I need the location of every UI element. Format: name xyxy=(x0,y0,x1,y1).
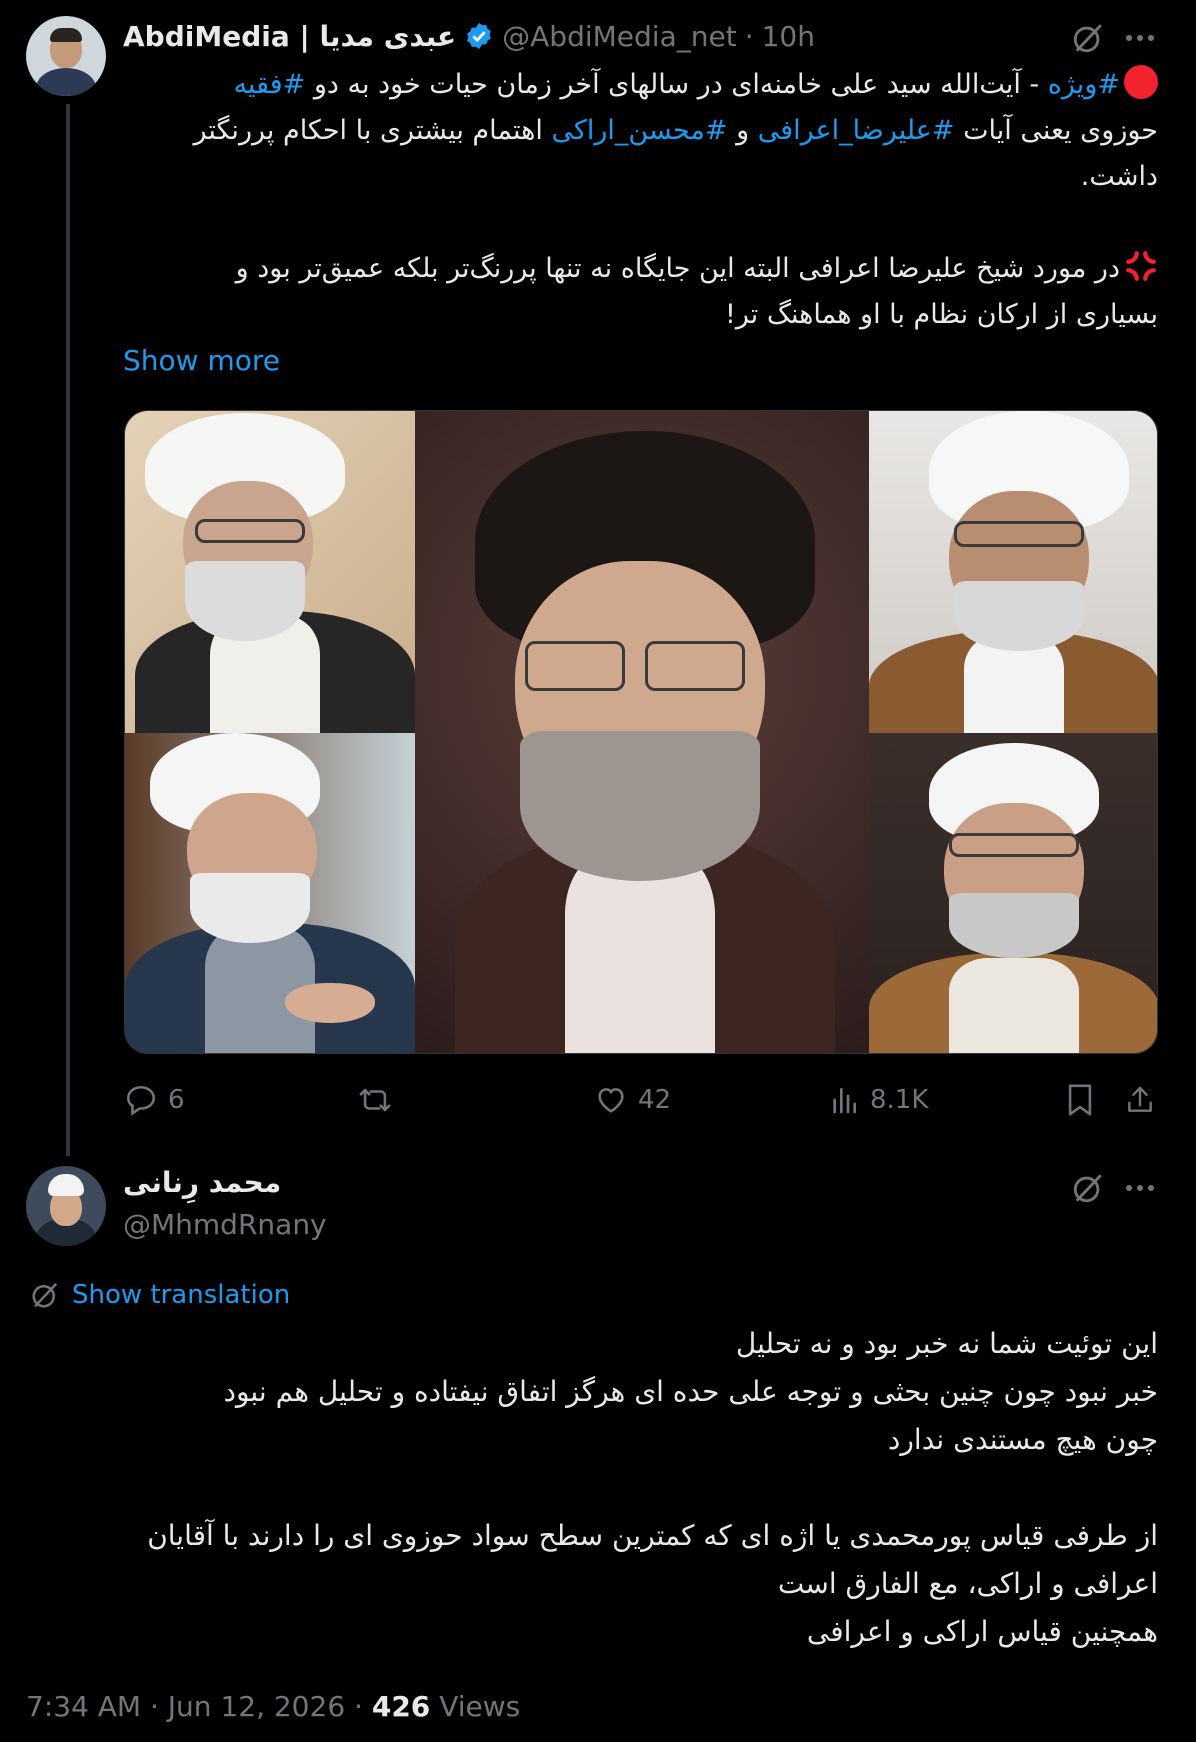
photo-cleric-bottom-right xyxy=(869,733,1157,1053)
like-action[interactable]: 42 xyxy=(594,1078,671,1122)
bookmark-icon[interactable] xyxy=(1060,1080,1100,1120)
photo-cleric-top-left xyxy=(125,411,415,733)
author-name[interactable]: AbdiMedia | عبدی مدیا xyxy=(123,20,456,53)
grok-icon[interactable] xyxy=(1068,1168,1108,1208)
reply-timestamp[interactable]: 7:34 AM · Jun 12, 2026 · 426 Views xyxy=(26,1690,520,1723)
meta-separator: · xyxy=(744,19,754,53)
photo-cleric-top-right xyxy=(869,411,1157,733)
bar-chart-icon xyxy=(833,1088,856,1114)
thread-connector-line xyxy=(66,104,70,1156)
tweet-time[interactable]: 10h xyxy=(762,20,815,53)
tweet-body: #ویژه - آیت‌الله سید علی خامنه‌ای در سال… xyxy=(118,62,1158,338)
show-translation-label: Show translation xyxy=(72,1280,291,1310)
reply-line-1: این توئیت شما نه خبر بود و نه تحلیل xyxy=(735,1327,1158,1360)
more-icon[interactable] xyxy=(1120,18,1160,58)
views-number: 426 xyxy=(371,1690,431,1723)
hashtag-link[interactable]: #علیرضا_اعرافی xyxy=(758,115,955,146)
reply-author-handle[interactable]: @MhmdRnany xyxy=(123,1208,327,1241)
like-count: 42 xyxy=(638,1085,672,1115)
views-action[interactable]: 8.1K xyxy=(828,1078,928,1122)
author-handle[interactable]: @AbdiMedia_net xyxy=(502,20,737,53)
more-icon[interactable] xyxy=(1120,1168,1160,1208)
verified-badge-icon xyxy=(467,22,492,50)
photo-cleric-bottom-left xyxy=(125,733,415,1053)
timestamp-text: 7:34 AM · Jun 12, 2026 · xyxy=(26,1690,372,1723)
retweet-icon xyxy=(359,1088,391,1112)
show-more-link[interactable]: Show more xyxy=(123,344,280,377)
photo-cleric-center xyxy=(415,411,869,1053)
show-translation-link[interactable]: Show translation xyxy=(30,1280,290,1310)
tweet-line-2: حوزوی یعنی آیات #علیرضا_اعرافی و #محسن_ا… xyxy=(193,115,1158,146)
views-count: 8.1K xyxy=(870,1085,929,1115)
red-circle-icon xyxy=(1124,65,1158,99)
reply-author-name[interactable]: محمد رِنانی xyxy=(123,1166,281,1199)
tweet-line-3: داشت. xyxy=(1080,161,1158,192)
reply-author-avatar[interactable] xyxy=(26,1166,106,1246)
hashtag-link[interactable]: #فقیه xyxy=(233,69,305,100)
tweet-blank-line xyxy=(118,200,1158,246)
reply-line-5: اعرافی و اراکی، مع الفارق است xyxy=(777,1567,1158,1600)
reply-line-4: از طرفی قیاس پورمحمدی یا اژه ای که کمتری… xyxy=(147,1519,1158,1552)
anger-symbol-icon xyxy=(1126,251,1156,281)
reply-body: این توئیت شما نه خبر بود و نه تحلیل خبر … xyxy=(18,1320,1158,1656)
grok-icon[interactable] xyxy=(1068,18,1108,58)
retweet-action[interactable] xyxy=(356,1078,404,1122)
tweet-line-4: در مورد شیخ علیرضا اعرافی البته این جایگ… xyxy=(118,246,1158,292)
reply-count: 6 xyxy=(168,1085,185,1115)
tweet-media[interactable] xyxy=(124,410,1158,1054)
reply-action[interactable]: 6 xyxy=(124,1078,185,1122)
reply-line-2: خبر نبود چون چنین بحثی و توجه علی حده ای… xyxy=(223,1375,1159,1408)
share-icon[interactable] xyxy=(1120,1080,1160,1120)
tweet-line-5: بسیاری از ارکان نظام با او هماهنگ تر! xyxy=(725,299,1158,330)
hashtag-link[interactable]: #محسن_اراکی xyxy=(551,115,727,146)
views-label: Views xyxy=(430,1690,521,1723)
reply-blank-line xyxy=(18,1464,1158,1512)
tweet-line-1: #ویژه - آیت‌الله سید علی خامنه‌ای در سال… xyxy=(118,62,1158,108)
author-avatar[interactable] xyxy=(26,16,106,96)
reply-icon xyxy=(126,1085,156,1116)
reply-line-3: چون هیچ مستندی ندارد xyxy=(887,1423,1158,1456)
translate-icon xyxy=(32,1282,58,1308)
hashtag-link[interactable]: #ویژه xyxy=(1048,69,1120,100)
heart-icon xyxy=(598,1088,624,1113)
tweet-header: AbdiMedia | عبدی مدیا @AbdiMedia_net · 1… xyxy=(123,14,815,58)
reply-line-6: همچنین قیاس اراکی و اعرافی xyxy=(806,1615,1158,1648)
